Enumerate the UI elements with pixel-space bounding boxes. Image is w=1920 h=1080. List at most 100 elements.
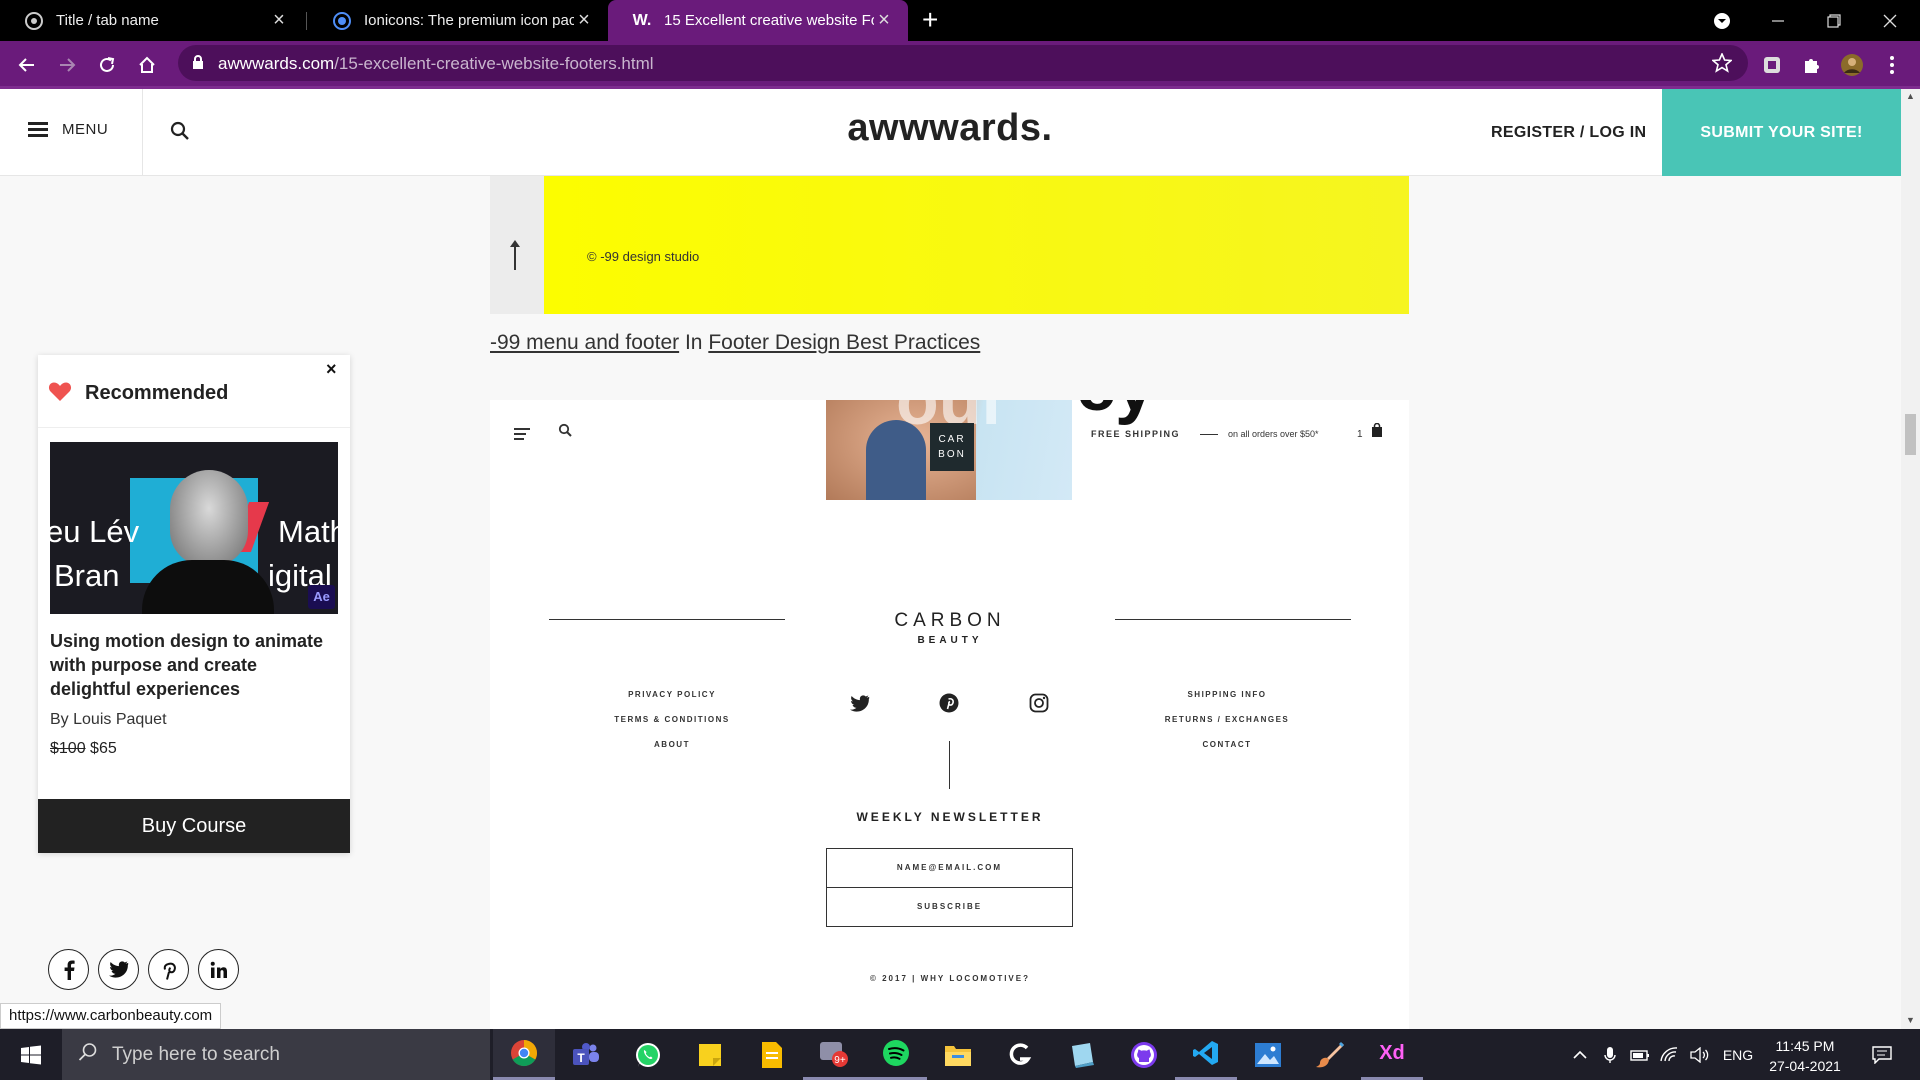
teams-icon[interactable]: T bbox=[555, 1029, 617, 1080]
browser-menu-icon[interactable] bbox=[1876, 49, 1908, 81]
home-icon[interactable] bbox=[131, 49, 163, 81]
subscribe-button[interactable]: SUBSCRIBE bbox=[826, 887, 1073, 927]
carbon-copyright: © 2017 | WHY LOCOMOTIVE? bbox=[869, 974, 1030, 983]
newsletter-email-field[interactable]: NAME@EMAIL.COM bbox=[826, 848, 1073, 888]
photos-icon[interactable] bbox=[1237, 1029, 1299, 1080]
file-explorer-icon[interactable] bbox=[927, 1029, 989, 1080]
twitter-icon[interactable] bbox=[849, 692, 871, 714]
shopping-bag-icon[interactable] bbox=[1371, 422, 1383, 442]
volume-icon[interactable] bbox=[1688, 1029, 1712, 1080]
scroll-thumb[interactable] bbox=[1905, 414, 1916, 455]
tab-close-icon[interactable]: × bbox=[574, 9, 594, 32]
returns-link[interactable]: RETURNS / EXCHANGES bbox=[1127, 715, 1327, 740]
hamburger-icon[interactable] bbox=[514, 425, 530, 443]
restore-icon[interactable] bbox=[1806, 0, 1862, 41]
old-price: $100 bbox=[50, 740, 86, 757]
instagram-icon[interactable] bbox=[1028, 692, 1050, 714]
profile-avatar[interactable] bbox=[1836, 49, 1868, 81]
course-author: By Louis Paquet bbox=[50, 711, 167, 728]
yellow-footer-preview[interactable]: © -99 design studio bbox=[544, 176, 1409, 314]
close-window-icon[interactable] bbox=[1862, 0, 1918, 41]
register-login-link[interactable]: REGISTER / LOG IN bbox=[1491, 124, 1646, 142]
taskbar-clock[interactable]: 11:45 PM 27-04-2021 bbox=[1760, 1036, 1850, 1076]
close-icon[interactable]: × bbox=[326, 359, 337, 380]
recommended-card: × Recommended eu Lév Math Bran igital Ae… bbox=[38, 355, 350, 853]
course-title[interactable]: Using motion design to animate with purp… bbox=[50, 629, 340, 701]
file-document-icon[interactable] bbox=[741, 1029, 803, 1080]
extension-icon[interactable] bbox=[1756, 49, 1788, 81]
terms-link[interactable]: TERMS & CONDITIONS bbox=[572, 715, 772, 740]
arrow-up-icon[interactable] bbox=[510, 240, 520, 270]
heart-icon bbox=[48, 381, 72, 407]
paint-brush-icon[interactable] bbox=[1299, 1029, 1361, 1080]
carbon-footer-preview[interactable]: oul CAR BON ey FREE SHIPPING on all orde… bbox=[490, 400, 1409, 1029]
language-indicator[interactable]: ENG bbox=[1718, 1029, 1758, 1080]
buy-course-button[interactable]: Buy Course bbox=[38, 799, 350, 853]
notepad-app-icon[interactable] bbox=[1051, 1029, 1113, 1080]
scroll-down-arrow-icon[interactable]: ▼ bbox=[1906, 1015, 1915, 1025]
spotify-icon[interactable] bbox=[865, 1029, 927, 1080]
search-icon[interactable] bbox=[558, 423, 572, 442]
tab-1[interactable]: Title / tab name × bbox=[0, 0, 303, 41]
contact-link[interactable]: CONTACT bbox=[1127, 740, 1327, 765]
bookmark-star-icon[interactable] bbox=[1710, 51, 1734, 78]
adobe-xd-icon[interactable]: Xd bbox=[1361, 1029, 1423, 1080]
chrome-icon[interactable] bbox=[493, 1029, 555, 1080]
whatsapp-icon[interactable] bbox=[617, 1029, 679, 1080]
minimize-icon[interactable] bbox=[1750, 0, 1806, 41]
course-thumbnail[interactable]: eu Lév Math Bran igital Ae bbox=[50, 442, 338, 614]
action-center-icon[interactable] bbox=[1862, 1029, 1902, 1080]
footer-vertical-line bbox=[949, 741, 950, 789]
pinterest-share-icon[interactable] bbox=[148, 949, 189, 990]
search-icon bbox=[78, 1042, 98, 1068]
taskbar-search-box[interactable]: Type here to search bbox=[62, 1029, 490, 1080]
studio-copyright: © -99 design studio bbox=[587, 249, 700, 264]
about-link[interactable]: ABOUT bbox=[572, 740, 772, 765]
windows-start-icon[interactable] bbox=[0, 1029, 62, 1080]
pinterest-icon[interactable] bbox=[938, 692, 960, 714]
back-icon[interactable] bbox=[11, 49, 43, 81]
back-to-top-strip bbox=[490, 176, 544, 314]
notification-app-icon[interactable]: 9+ bbox=[803, 1029, 865, 1080]
scroll-up-arrow-icon[interactable]: ▲ bbox=[1906, 91, 1915, 101]
page-scrollbar[interactable]: ▲ ▼ bbox=[1901, 89, 1920, 1029]
submit-site-button[interactable]: SUBMIT YOUR SITE! bbox=[1662, 89, 1901, 176]
after-effects-icon: Ae bbox=[308, 585, 335, 609]
linkedin-share-icon[interactable] bbox=[198, 949, 239, 990]
github-icon[interactable] bbox=[1113, 1029, 1175, 1080]
thumb-text: Bran bbox=[54, 558, 120, 593]
extensions-puzzle-icon[interactable] bbox=[1796, 49, 1828, 81]
wifi-icon[interactable] bbox=[1658, 1029, 1682, 1080]
caption-link-best-practices[interactable]: Footer Design Best Practices bbox=[708, 331, 980, 354]
reload-icon[interactable] bbox=[91, 49, 123, 81]
thumb-portrait bbox=[170, 470, 248, 566]
microphone-icon[interactable] bbox=[1598, 1029, 1622, 1080]
forward-icon[interactable] bbox=[51, 49, 83, 81]
orders-note: on all orders over $50* bbox=[1228, 429, 1319, 439]
tab-close-icon[interactable]: × bbox=[874, 9, 894, 32]
tab-2[interactable]: Ionicons: The premium icon pack × bbox=[308, 0, 608, 41]
address-bar[interactable]: awwwards.com/15-excellent-creative-websi… bbox=[178, 45, 1748, 81]
new-tab-button[interactable]: + bbox=[922, 6, 938, 34]
vscode-icon[interactable] bbox=[1175, 1029, 1237, 1080]
profile-menu-icon[interactable] bbox=[1694, 0, 1750, 41]
caption-link-menu-footer[interactable]: -99 menu and footer bbox=[490, 331, 679, 354]
tray-chevron-up-icon[interactable] bbox=[1568, 1029, 1592, 1080]
sticky-notes-icon[interactable] bbox=[679, 1029, 741, 1080]
logitech-g-icon[interactable] bbox=[989, 1029, 1051, 1080]
tab-3-active[interactable]: W. 15 Excellent creative website Foo × bbox=[608, 0, 908, 41]
url-text: awwwards.com/15-excellent-creative-websi… bbox=[218, 54, 654, 74]
thumb-text: eu Lév bbox=[50, 514, 140, 549]
clock-time: 11:45 PM bbox=[1775, 1038, 1835, 1054]
page-viewport: MENU awwwards. REGISTER / LOG IN SUBMIT … bbox=[0, 89, 1920, 1029]
tab-close-icon[interactable]: × bbox=[269, 9, 289, 32]
shipping-dash bbox=[1200, 434, 1218, 435]
card-divider bbox=[38, 427, 350, 428]
twitter-share-icon[interactable] bbox=[98, 949, 139, 990]
new-price: $65 bbox=[90, 740, 117, 757]
shipping-info-link[interactable]: SHIPPING INFO bbox=[1127, 690, 1327, 715]
facebook-share-icon[interactable] bbox=[48, 949, 89, 990]
image-caption: -99 menu and footer In Footer Design Bes… bbox=[490, 331, 980, 355]
privacy-policy-link[interactable]: PRIVACY POLICY bbox=[572, 690, 772, 715]
battery-icon[interactable] bbox=[1628, 1029, 1652, 1080]
